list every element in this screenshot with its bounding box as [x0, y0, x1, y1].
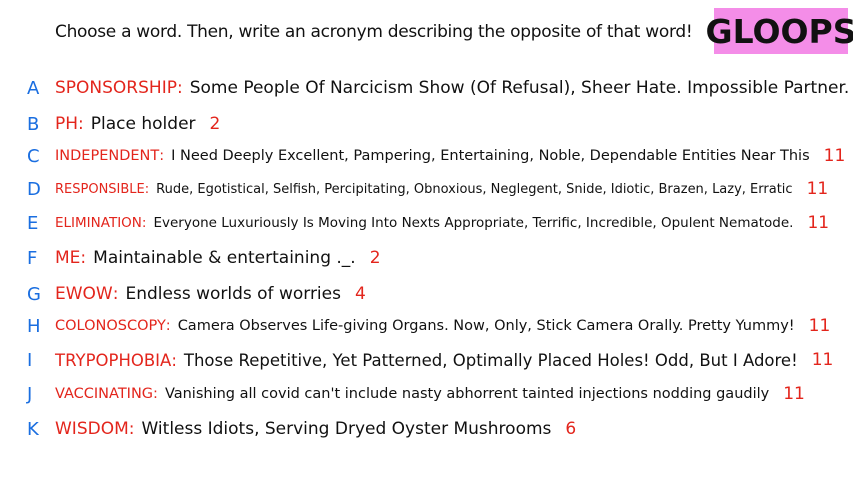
- entry-letter: C: [27, 145, 40, 167]
- entry-letter: F: [27, 247, 38, 269]
- entry-letter: B: [27, 113, 40, 135]
- entry-count: 2: [209, 114, 221, 134]
- entry-colon: :: [112, 284, 119, 304]
- entry-content: ELIMINATION: Everyone Luxuriously Is Mov…: [55, 213, 829, 233]
- entry-colon: :: [165, 318, 171, 334]
- entry-colon: :: [141, 215, 147, 231]
- entry-letter: E: [27, 212, 39, 234]
- entry-row-c: C INDEPENDENT: I Need Deeply Excellent, …: [0, 145, 853, 167]
- entry-acronym: I Need Deeply Excellent, Pampering, Ente…: [171, 148, 810, 164]
- entry-content: ME: Maintainable & entertaining ._. 2: [55, 248, 381, 268]
- entry-word: ME: [55, 248, 81, 268]
- entry-word: INDEPENDENT: [55, 148, 160, 164]
- brand-logo: GLOOPS: [706, 8, 853, 54]
- entry-content: WISDOM: Witless Idiots, Serving Dryed Oy…: [55, 419, 576, 439]
- entry-content: SPONSORSHIP: Some People Of Narcicism Sh…: [55, 78, 853, 98]
- entry-count: 11: [808, 316, 831, 336]
- entry-count: 11: [807, 213, 830, 233]
- entry-count: 11: [811, 350, 834, 370]
- entry-word: COLONOSCOPY: [55, 318, 166, 334]
- entry-colon: :: [78, 114, 84, 134]
- entry-count: 4: [354, 284, 366, 304]
- entry-colon: :: [128, 419, 135, 439]
- entry-acronym: Some People Of Narcicism Show (Of Refusa…: [189, 78, 850, 98]
- entry-colon: :: [153, 386, 158, 402]
- entry-content: VACCINATING: Vanishing all covid can't i…: [55, 384, 805, 404]
- entry-count: 11: [806, 179, 829, 199]
- entry-acronym: Place holder: [90, 114, 196, 134]
- entry-count: 2: [369, 248, 381, 268]
- entry-letter: A: [27, 77, 40, 99]
- entry-word: RESPONSIBLE: [55, 181, 145, 197]
- entry-content: INDEPENDENT: I Need Deeply Excellent, Pa…: [55, 146, 845, 166]
- entry-colon: :: [171, 350, 177, 370]
- entry-content: RESPONSIBLE: Rude, Egotistical, Selfish,…: [55, 179, 828, 199]
- entry-row-i: I TRYPOPHOBIA: Those Repetitive, Yet Pat…: [0, 348, 853, 372]
- entry-word: WISDOM: [55, 419, 129, 439]
- entry-colon: :: [80, 248, 87, 268]
- entry-content: TRYPOPHOBIA: Those Repetitive, Yet Patte…: [55, 350, 833, 370]
- entry-word: PH: [55, 114, 79, 134]
- entry-acronym: Rude, Egotistical, Selfish, Percipitatin…: [156, 181, 793, 197]
- entry-count: 6: [565, 419, 577, 439]
- entry-row-f: F ME: Maintainable & entertaining ._. 2: [0, 246, 853, 270]
- entry-count: 11: [783, 384, 805, 404]
- entry-content: COLONOSCOPY: Camera Observes Life-giving…: [55, 316, 830, 336]
- entry-row-k: K WISDOM: Witless Idiots, Serving Dryed …: [0, 417, 853, 441]
- entry-content: PH: Place holder 2: [55, 114, 220, 134]
- entry-acronym: Camera Observes Life-giving Organs. Now,…: [177, 318, 795, 334]
- prompt-text: Choose a word. Then, write an acronym de…: [55, 22, 693, 42]
- entry-acronym: Witless Idiots, Serving Dryed Oyster Mus…: [141, 419, 552, 439]
- entry-letter: D: [27, 178, 41, 200]
- entry-word: EWOW: [55, 284, 113, 304]
- entry-acronym: Those Repetitive, Yet Patterned, Optimal…: [183, 350, 798, 370]
- entry-row-b: B PH: Place holder 2: [0, 112, 853, 136]
- entry-acronym: Vanishing all covid can't include nasty …: [164, 386, 770, 402]
- entry-acronym: Maintainable & entertaining ._.: [93, 248, 356, 268]
- entry-row-e: E ELIMINATION: Everyone Luxuriously Is M…: [0, 212, 853, 234]
- entry-letter: I: [27, 349, 33, 371]
- entry-acronym: Endless worlds of worries: [125, 284, 341, 304]
- entry-row-a: A SPONSORSHIP: Some People Of Narcicism …: [0, 76, 853, 100]
- entry-word: SPONSORSHIP: [55, 78, 177, 98]
- entry-word: VACCINATING: [55, 386, 154, 402]
- entry-colon: :: [176, 78, 183, 98]
- entry-letter: J: [27, 383, 33, 405]
- entry-colon: :: [159, 148, 165, 164]
- entry-letter: K: [27, 418, 39, 440]
- entry-word: TRYPOPHOBIA: [55, 350, 172, 370]
- entry-letter: H: [27, 315, 41, 337]
- entry-letter: G: [27, 283, 41, 305]
- entry-row-d: D RESPONSIBLE: Rude, Egotistical, Selfis…: [0, 178, 853, 200]
- entry-colon: :: [144, 181, 150, 197]
- entry-acronym: Everyone Luxuriously Is Moving Into Next…: [153, 215, 794, 231]
- entry-row-h: H COLONOSCOPY: Camera Observes Life-givi…: [0, 315, 853, 337]
- entry-content: EWOW: Endless worlds of worries 4: [55, 284, 366, 304]
- entry-word: ELIMINATION: [55, 215, 142, 231]
- entry-row-j: J VACCINATING: Vanishing all covid can't…: [0, 383, 853, 405]
- entry-count: 11: [823, 146, 846, 166]
- entry-row-g: G EWOW: Endless worlds of worries 4: [0, 282, 853, 306]
